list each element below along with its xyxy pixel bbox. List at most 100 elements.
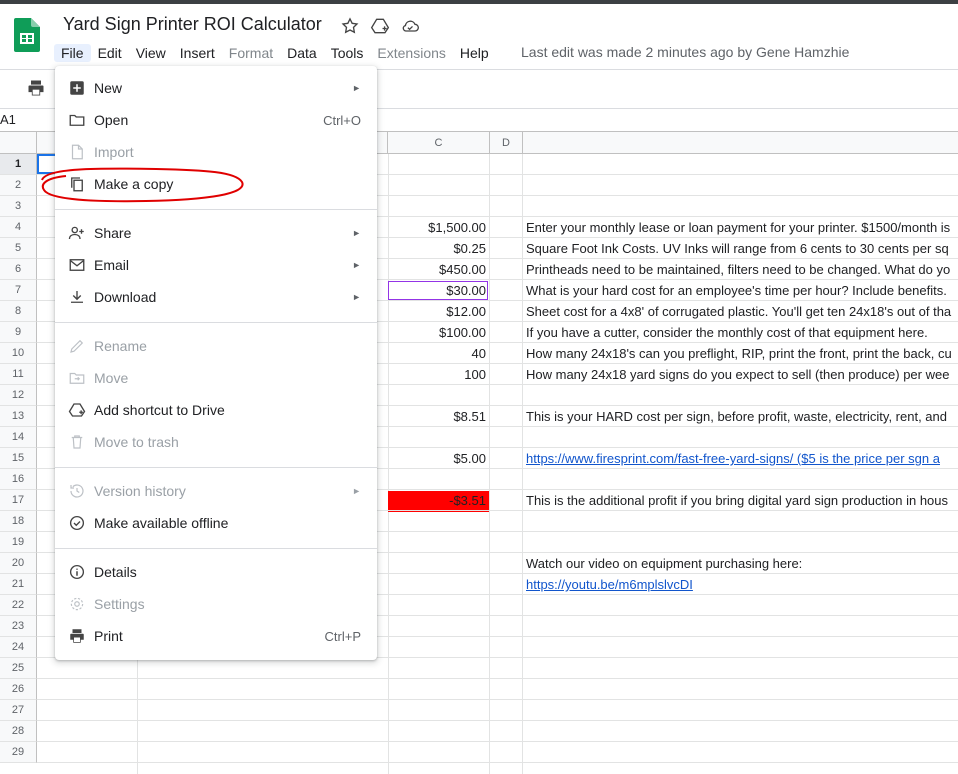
row-header[interactable]: 25 [0, 658, 37, 679]
row-header[interactable]: 20 [0, 553, 37, 574]
cell-e6[interactable]: Printheads need to be maintained, filter… [526, 259, 958, 280]
menu-data[interactable]: Data [280, 44, 324, 62]
menu-item-open[interactable]: Open Ctrl+O [55, 104, 377, 136]
move-to-drive-icon[interactable] [370, 16, 390, 36]
cell-link[interactable]: https://youtu.be/m6mplslvcDI [526, 574, 958, 595]
cell-c13[interactable]: $8.51 [388, 406, 486, 427]
row-header[interactable]: 9 [0, 322, 37, 343]
menu-insert[interactable]: Insert [173, 44, 222, 62]
row-header[interactable]: 22 [0, 595, 37, 616]
menu-separator [55, 322, 377, 323]
row-header[interactable]: 16 [0, 469, 37, 490]
row-header[interactable]: 6 [0, 259, 37, 280]
cloud-status-icon[interactable] [400, 16, 420, 36]
cell-e20[interactable]: Watch our video on equipment purchasing … [526, 553, 958, 574]
file-icon [67, 142, 87, 162]
selected-cell-a1[interactable] [37, 154, 57, 174]
row-header[interactable]: 28 [0, 721, 37, 742]
cell-c6[interactable]: $450.00 [388, 259, 486, 280]
menu-item-make-a-copy[interactable]: Make a copy [55, 168, 377, 200]
cell-e10[interactable]: How many 24x18's can you preflight, RIP,… [526, 343, 958, 364]
menu-view[interactable]: View [129, 44, 173, 62]
cell-e4[interactable]: Enter your monthly lease or loan payment… [526, 217, 958, 238]
cell-e5[interactable]: Square Foot Ink Costs. UV Inks will rang… [526, 238, 958, 259]
row-header[interactable]: 29 [0, 742, 37, 763]
history-icon [67, 481, 87, 501]
row-header[interactable]: 23 [0, 616, 37, 637]
select-all-corner[interactable] [0, 132, 37, 154]
cell-c17[interactable]: -$3.51 [388, 490, 486, 511]
menu-tools[interactable]: Tools [324, 44, 371, 62]
row-header[interactable]: 21 [0, 574, 37, 595]
cell-e7[interactable]: What is your hard cost for an employee's… [526, 280, 958, 301]
menu-item-move[interactable]: Move [55, 362, 377, 394]
menu-item-print[interactable]: Print Ctrl+P [55, 620, 377, 652]
cell-c10[interactable]: 40 [388, 343, 486, 364]
row-header[interactable]: 24 [0, 637, 37, 658]
menu-edit[interactable]: Edit [91, 44, 129, 62]
menu-help[interactable]: Help [453, 44, 496, 62]
cell-c15[interactable]: $5.00 [388, 448, 486, 469]
row-header[interactable]: 8 [0, 301, 37, 322]
menu-format[interactable]: Format [222, 44, 280, 62]
menu-item-new[interactable]: New ► [55, 72, 377, 104]
row-header[interactable]: 5 [0, 238, 37, 259]
menu-item-share[interactable]: Share ► [55, 217, 377, 249]
offline-check-icon [67, 513, 87, 533]
name-box[interactable]: A1 [0, 112, 16, 127]
row-header[interactable]: 18 [0, 511, 37, 532]
menu-item-make-available-offline[interactable]: Make available offline [55, 507, 377, 539]
cell-c5[interactable]: $0.25 [388, 238, 486, 259]
star-icon[interactable] [340, 16, 360, 36]
cell-e17[interactable]: This is the additional profit if you bri… [526, 490, 958, 511]
row-header[interactable]: 13 [0, 406, 37, 427]
column-header-e[interactable] [523, 132, 958, 154]
row-header[interactable]: 2 [0, 175, 37, 196]
cell-e13[interactable]: This is your HARD cost per sign, before … [526, 406, 958, 427]
cell-c11[interactable]: 100 [388, 364, 486, 385]
cell-c8[interactable]: $12.00 [388, 301, 486, 322]
cell-c9[interactable]: $100.00 [388, 322, 486, 343]
menu-item-add-shortcut[interactable]: Add shortcut to Drive [55, 394, 377, 426]
cell-c7[interactable]: $30.00 [388, 280, 486, 301]
menu-item-download[interactable]: Download ► [55, 281, 377, 313]
folder-icon [67, 110, 87, 130]
row-header[interactable]: 3 [0, 196, 37, 217]
menu-file[interactable]: File [54, 44, 91, 62]
row-header[interactable]: 11 [0, 364, 37, 385]
cell-e8[interactable]: Sheet cost for a 4x8' of corrugated plas… [526, 301, 958, 322]
mail-icon [67, 255, 87, 275]
row-header[interactable]: 14 [0, 427, 37, 448]
row-header[interactable]: 19 [0, 532, 37, 553]
menu-item-details[interactable]: Details [55, 556, 377, 588]
row-header[interactable]: 15 [0, 448, 37, 469]
row-header[interactable]: 4 [0, 217, 37, 238]
column-header-d[interactable]: D [490, 132, 523, 154]
printer-icon[interactable] [26, 78, 46, 98]
menu-item-rename[interactable]: Rename [55, 330, 377, 362]
row-header[interactable]: 12 [0, 385, 37, 406]
row-header[interactable]: 10 [0, 343, 37, 364]
sheets-logo-icon[interactable] [14, 18, 40, 52]
menu-item-move-to-trash[interactable]: Move to trash [55, 426, 377, 458]
last-edit-status[interactable]: Last edit was made 2 minutes ago by Gene… [521, 44, 849, 60]
column-header-c[interactable]: C [388, 132, 490, 154]
menu-item-email[interactable]: Email ► [55, 249, 377, 281]
row-header[interactable]: 7 [0, 280, 37, 301]
plus-box-icon [67, 78, 87, 98]
document-title[interactable]: Yard Sign Printer ROI Calculator [63, 14, 322, 35]
row-header[interactable]: 26 [0, 679, 37, 700]
menu-item-version-history[interactable]: Version history ► [55, 475, 377, 507]
cell-link[interactable]: https://www.firesprint.com/fast-free-yar… [526, 448, 958, 469]
menu-separator [55, 209, 377, 210]
menu-extensions[interactable]: Extensions [370, 44, 452, 62]
row-header[interactable]: 17 [0, 490, 37, 511]
menu-item-settings[interactable]: Settings [55, 588, 377, 620]
cell-e11[interactable]: How many 24x18 yard signs do you expect … [526, 364, 958, 385]
shortcut-open: Ctrl+O [323, 112, 361, 128]
menu-item-import[interactable]: Import [55, 136, 377, 168]
cell-c4[interactable]: $1,500.00 [388, 217, 486, 238]
row-header[interactable]: 1 [0, 154, 37, 175]
row-header[interactable]: 27 [0, 700, 37, 721]
cell-e9[interactable]: If you have a cutter, consider the month… [526, 322, 958, 343]
